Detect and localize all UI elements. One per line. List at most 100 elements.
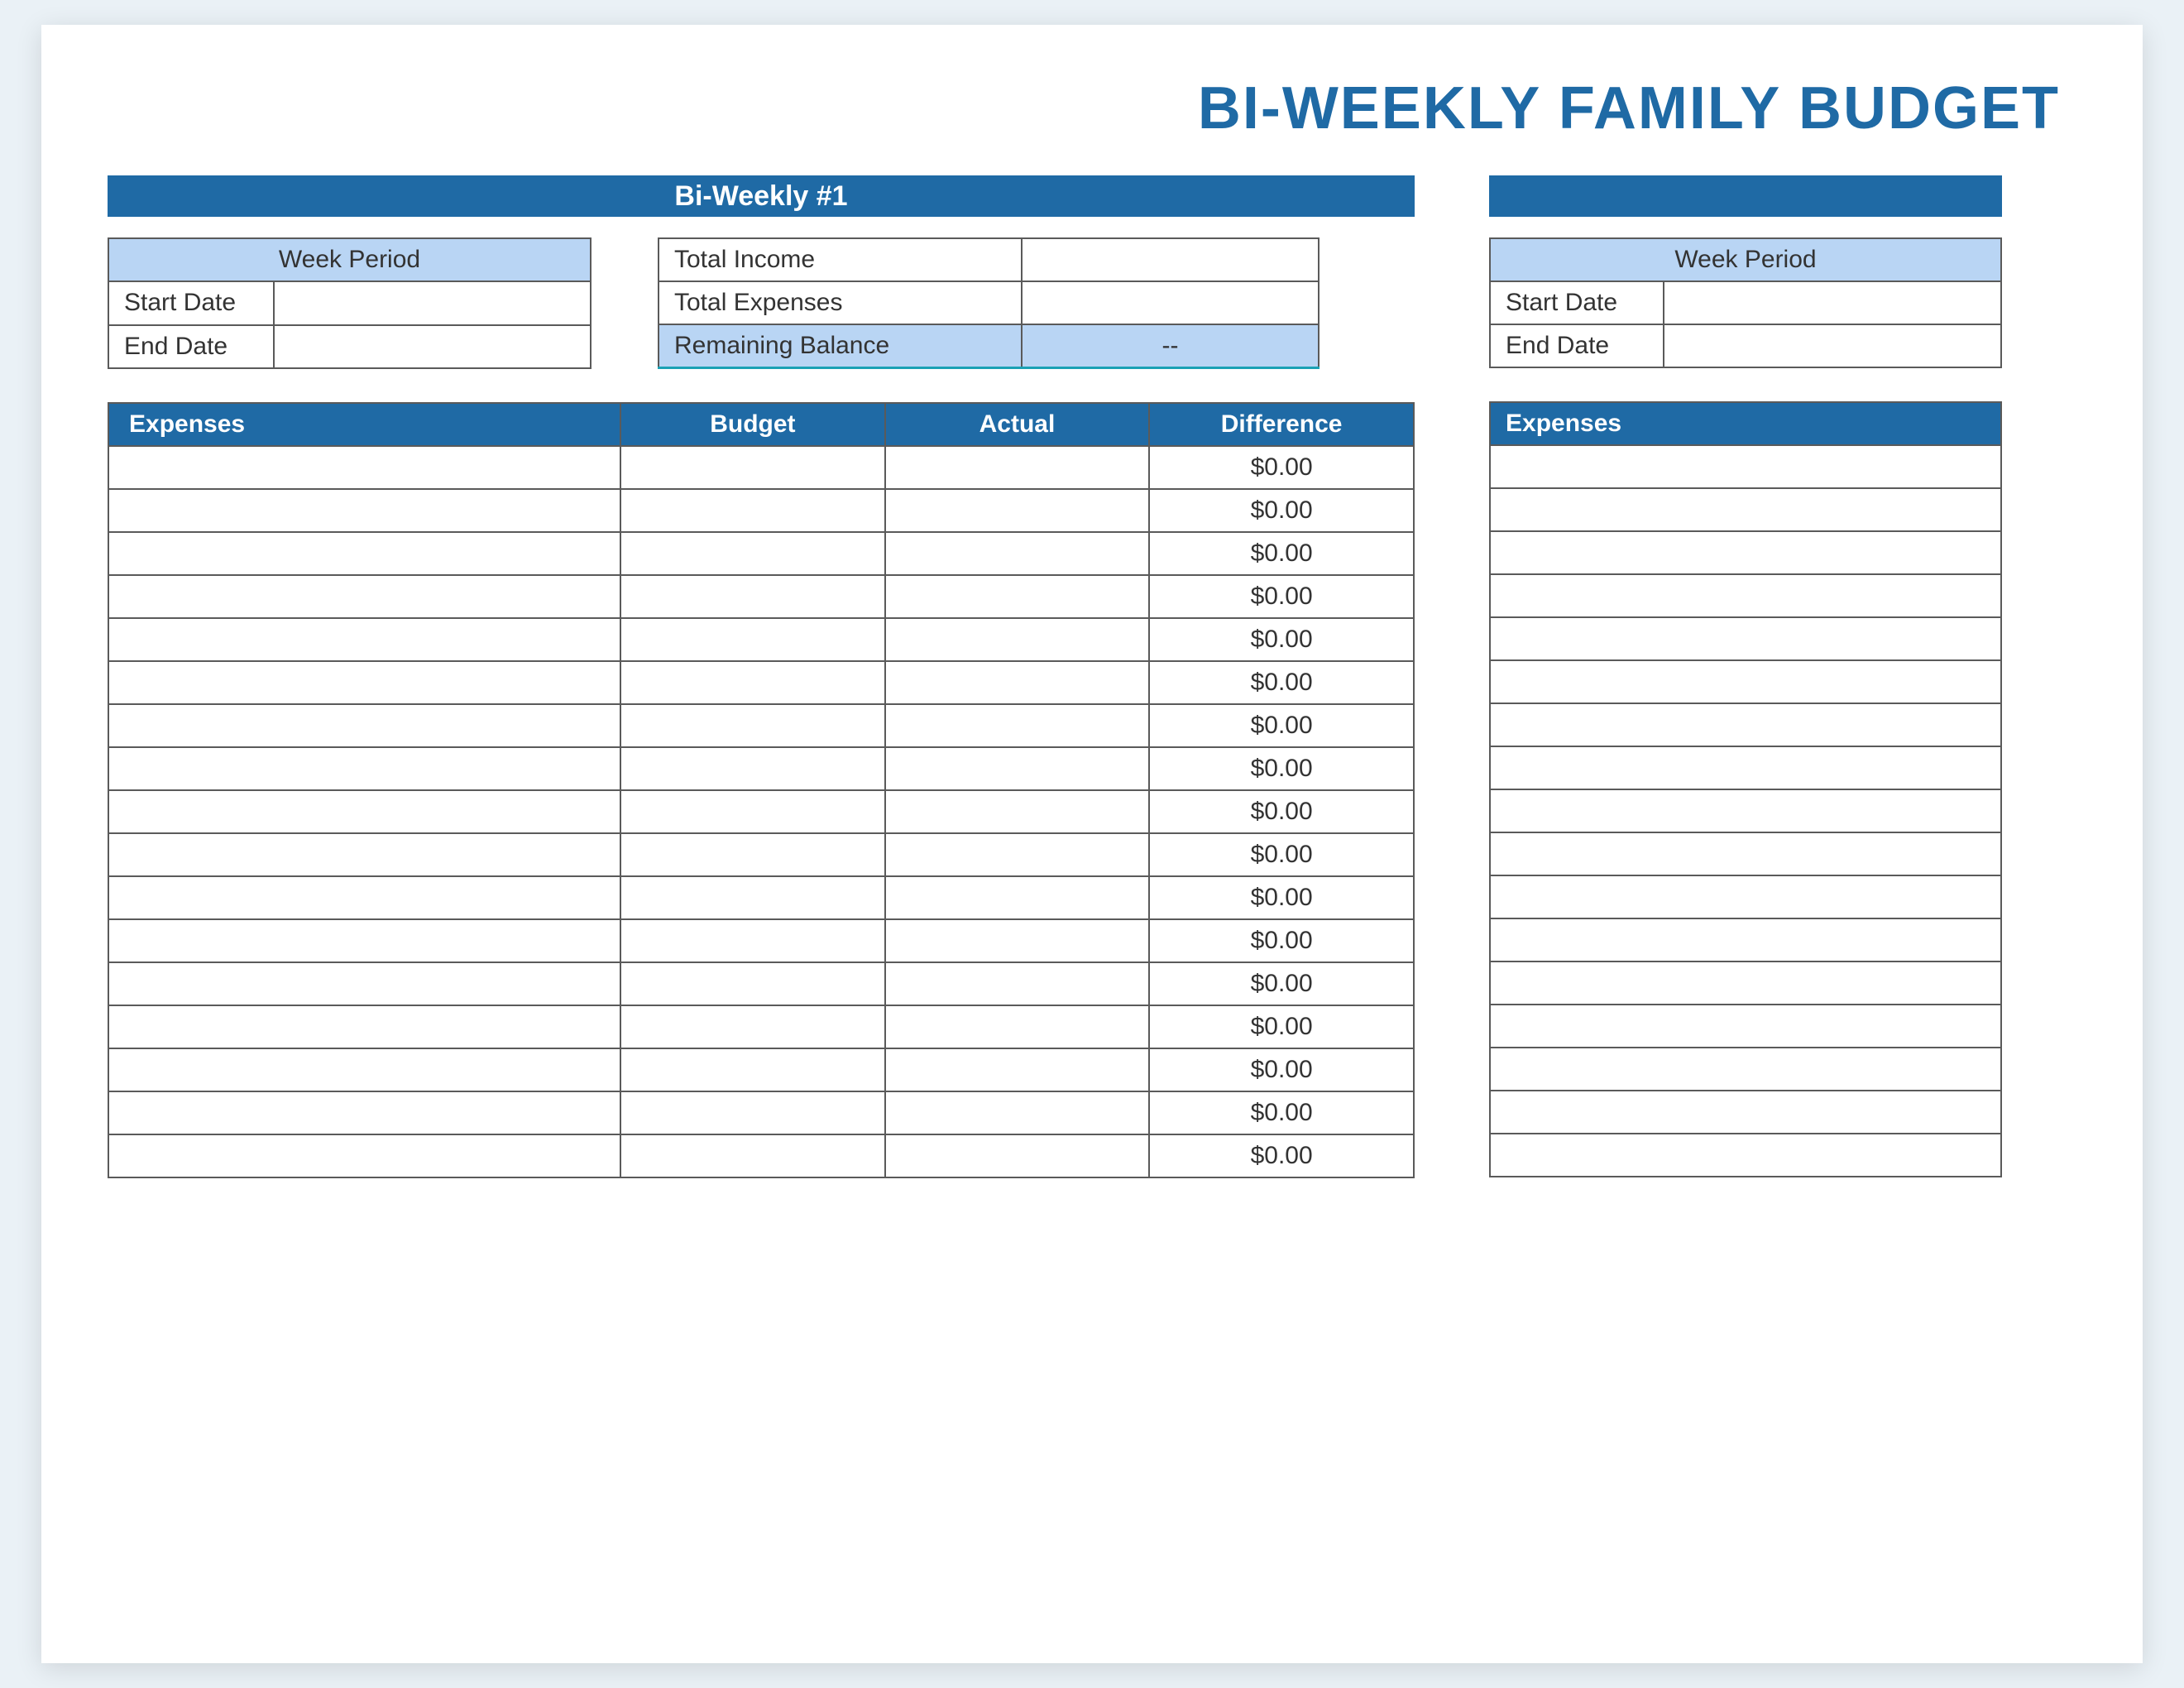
expense-name-cell[interactable]	[1490, 832, 2001, 875]
budget-cell[interactable]	[620, 919, 885, 962]
expense-name-cell[interactable]	[1490, 746, 2001, 789]
actual-cell[interactable]	[885, 876, 1150, 919]
table-row: $0.00	[108, 575, 1414, 618]
expense-name-cell[interactable]	[108, 1005, 620, 1048]
expense-name-cell[interactable]	[108, 704, 620, 747]
start-date-cell[interactable]	[274, 281, 591, 324]
difference-cell: $0.00	[1149, 446, 1414, 489]
expense-name-cell[interactable]	[108, 962, 620, 1005]
budget-cell[interactable]	[620, 1134, 885, 1177]
actual-cell[interactable]	[885, 575, 1150, 618]
end-date-cell[interactable]	[274, 325, 591, 368]
table-row	[1490, 1091, 2001, 1134]
expense-name-cell[interactable]	[1490, 617, 2001, 660]
total-expenses-cell[interactable]	[1022, 281, 1319, 324]
expense-name-cell[interactable]	[108, 919, 620, 962]
start-date-cell-2[interactable]	[1664, 281, 2001, 324]
expense-name-cell[interactable]	[1490, 488, 2001, 531]
actual-cell[interactable]	[885, 790, 1150, 833]
actual-cell[interactable]	[885, 704, 1150, 747]
expense-name-cell[interactable]	[108, 532, 620, 575]
expense-name-cell[interactable]	[1490, 875, 2001, 918]
actual-cell[interactable]	[885, 532, 1150, 575]
expense-name-cell[interactable]	[1490, 961, 2001, 1005]
actual-cell[interactable]	[885, 1005, 1150, 1048]
expense-name-cell[interactable]	[1490, 660, 2001, 703]
table-row: $0.00	[108, 962, 1414, 1005]
expense-name-cell[interactable]	[1490, 1091, 2001, 1134]
expense-name-cell[interactable]	[108, 661, 620, 704]
budget-cell[interactable]	[620, 876, 885, 919]
week-period-table-2: Week Period Start Date End Date	[1489, 237, 2002, 368]
col-difference: Difference	[1149, 403, 1414, 446]
difference-cell: $0.00	[1149, 1005, 1414, 1048]
actual-cell[interactable]	[885, 747, 1150, 790]
expense-name-cell[interactable]	[1490, 703, 2001, 746]
end-date-cell-2[interactable]	[1664, 324, 2001, 367]
expense-name-cell[interactable]	[108, 747, 620, 790]
table-row: $0.00	[108, 661, 1414, 704]
actual-cell[interactable]	[885, 1134, 1150, 1177]
budget-cell[interactable]	[620, 747, 885, 790]
actual-cell[interactable]	[885, 661, 1150, 704]
expense-name-cell[interactable]	[1490, 531, 2001, 574]
expense-name-cell[interactable]	[108, 446, 620, 489]
expense-name-cell[interactable]	[108, 575, 620, 618]
budget-cell[interactable]	[620, 489, 885, 532]
budget-cell[interactable]	[620, 1048, 885, 1091]
expense-name-cell[interactable]	[108, 1048, 620, 1091]
expense-name-cell[interactable]	[1490, 1005, 2001, 1048]
table-row	[1490, 574, 2001, 617]
difference-cell: $0.00	[1149, 532, 1414, 575]
actual-cell[interactable]	[885, 489, 1150, 532]
budget-cell[interactable]	[620, 962, 885, 1005]
actual-cell[interactable]	[885, 833, 1150, 876]
expense-name-cell[interactable]	[108, 618, 620, 661]
actual-cell[interactable]	[885, 446, 1150, 489]
end-date-label: End Date	[108, 325, 274, 368]
expense-name-cell[interactable]	[1490, 1134, 2001, 1177]
budget-cell[interactable]	[620, 618, 885, 661]
difference-cell: $0.00	[1149, 919, 1414, 962]
budget-cell[interactable]	[620, 575, 885, 618]
expense-name-cell[interactable]	[1490, 789, 2001, 832]
budget-cell[interactable]	[620, 661, 885, 704]
expense-name-cell[interactable]	[108, 876, 620, 919]
expense-name-cell[interactable]	[108, 1091, 620, 1134]
remaining-balance-label: Remaining Balance	[659, 324, 1022, 368]
budget-cell[interactable]	[620, 833, 885, 876]
difference-cell: $0.00	[1149, 833, 1414, 876]
expense-name-cell[interactable]	[108, 833, 620, 876]
budget-cell[interactable]	[620, 790, 885, 833]
expense-name-cell[interactable]	[1490, 574, 2001, 617]
totals-table-1: Total Income Total Expenses Remaining Ba…	[658, 237, 1320, 369]
expense-name-cell[interactable]	[108, 790, 620, 833]
expense-name-cell[interactable]	[1490, 445, 2001, 488]
difference-cell: $0.00	[1149, 790, 1414, 833]
table-row	[1490, 918, 2001, 961]
budget-cell[interactable]	[620, 532, 885, 575]
actual-cell[interactable]	[885, 919, 1150, 962]
expense-name-cell[interactable]	[108, 1134, 620, 1177]
total-expenses-label: Total Expenses	[659, 281, 1022, 324]
actual-cell[interactable]	[885, 618, 1150, 661]
budget-cell[interactable]	[620, 446, 885, 489]
table-row	[1490, 1005, 2001, 1048]
actual-cell[interactable]	[885, 962, 1150, 1005]
expense-name-cell[interactable]	[1490, 1048, 2001, 1091]
expenses-table-2: Expenses	[1489, 401, 2002, 1177]
col-expenses-2: Expenses	[1490, 402, 2001, 445]
difference-cell: $0.00	[1149, 962, 1414, 1005]
expense-name-cell[interactable]	[108, 489, 620, 532]
expense-name-cell[interactable]	[1490, 918, 2001, 961]
week-period-header-2: Week Period	[1490, 238, 2001, 281]
budget-cell[interactable]	[620, 704, 885, 747]
table-row	[1490, 875, 2001, 918]
budget-cell[interactable]	[620, 1091, 885, 1134]
total-income-cell[interactable]	[1022, 238, 1319, 281]
table-row: $0.00	[108, 833, 1414, 876]
actual-cell[interactable]	[885, 1048, 1150, 1091]
budget-cell[interactable]	[620, 1005, 885, 1048]
difference-cell: $0.00	[1149, 876, 1414, 919]
actual-cell[interactable]	[885, 1091, 1150, 1134]
